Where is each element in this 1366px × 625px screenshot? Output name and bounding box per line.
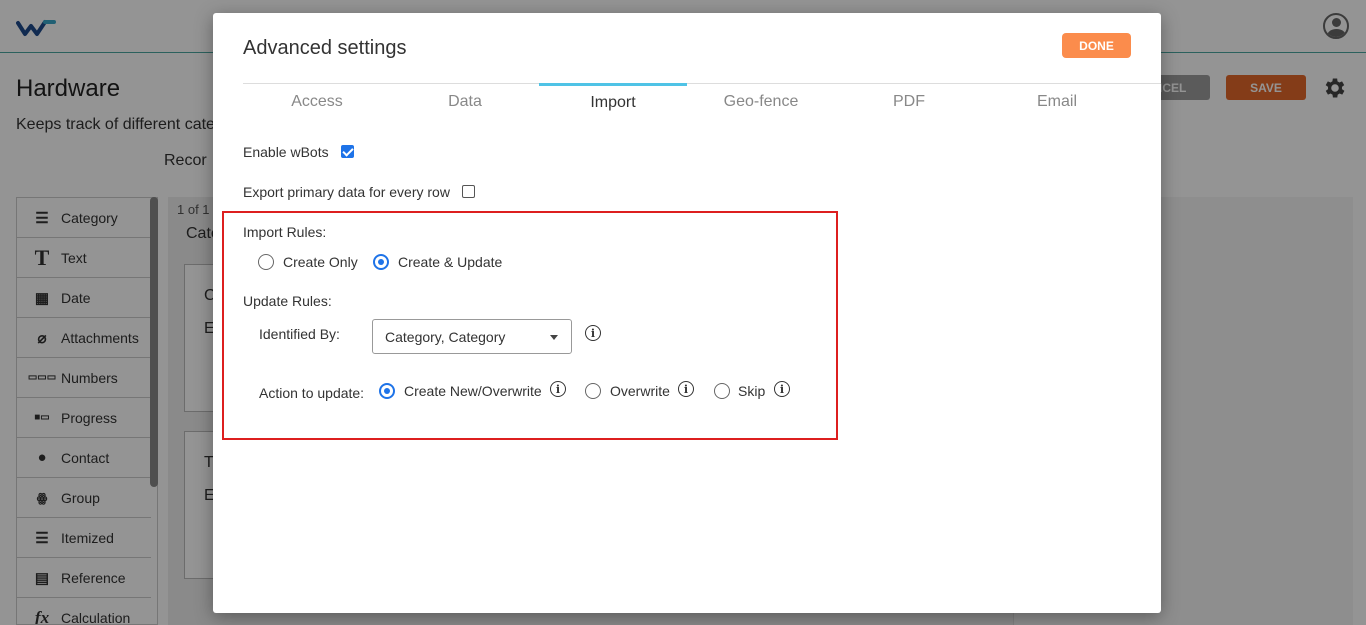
export-primary-label: Export primary data for every row [243, 184, 450, 200]
tab-data[interactable]: Data [391, 84, 539, 120]
tab-geo-fence[interactable]: Geo-fence [687, 84, 835, 120]
enable-wbots-checkbox[interactable] [341, 145, 354, 158]
tab-email[interactable]: Email [983, 84, 1131, 120]
create-and-update-label[interactable]: Create & Update [398, 254, 502, 270]
tab-pdf[interactable]: PDF [835, 84, 983, 120]
identified-by-label: Identified By: [259, 326, 340, 342]
skip-radio[interactable] [714, 383, 730, 399]
info-icon[interactable]: i [678, 381, 694, 397]
create-only-radio[interactable] [258, 254, 274, 270]
overwrite-radio[interactable] [585, 383, 601, 399]
dialog-title: Advanced settings [243, 37, 407, 59]
info-icon[interactable]: i [774, 381, 790, 397]
create-only-label[interactable]: Create Only [283, 254, 358, 270]
info-icon[interactable]: i [585, 325, 601, 341]
update-rules-label: Update Rules: [243, 293, 332, 309]
tab-import[interactable]: Import [539, 83, 687, 119]
skip-label[interactable]: Skip [738, 383, 765, 399]
advanced-settings-dialog: Advanced settings DONE Access Data Impor… [213, 13, 1161, 613]
done-button[interactable]: DONE [1062, 33, 1131, 58]
tab-access[interactable]: Access [243, 84, 391, 120]
create-and-update-radio[interactable] [373, 254, 389, 270]
action-to-update-label: Action to update: [259, 385, 365, 401]
chevron-down-icon [550, 335, 558, 340]
import-rules-label: Import Rules: [243, 224, 327, 240]
identified-by-select[interactable]: Category, Category [372, 319, 572, 354]
enable-wbots-label: Enable wBots [243, 144, 329, 160]
create-new-overwrite-radio[interactable] [379, 383, 395, 399]
settings-tabs: Access Data Import Geo-fence PDF Email [243, 83, 1131, 120]
info-icon[interactable]: i [550, 381, 566, 397]
identified-by-value: Category, Category [385, 329, 506, 345]
export-primary-checkbox[interactable] [462, 185, 475, 198]
overwrite-label[interactable]: Overwrite [610, 383, 670, 399]
create-new-overwrite-label[interactable]: Create New/Overwrite [404, 383, 542, 399]
